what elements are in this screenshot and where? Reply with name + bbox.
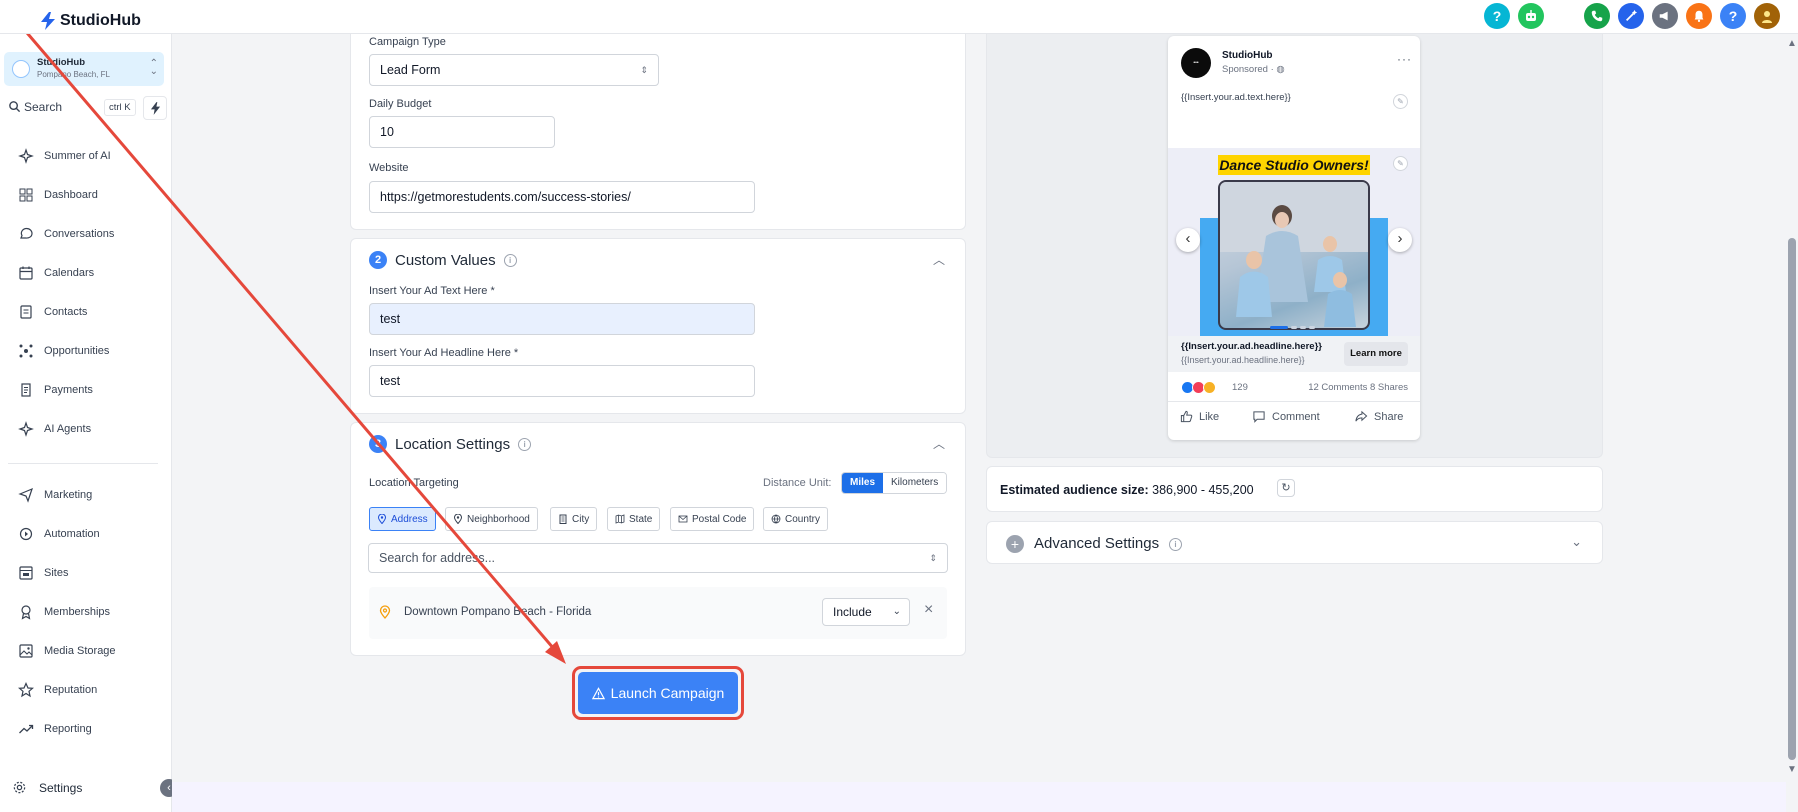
bot-icon[interactable]: [1518, 3, 1544, 29]
question-icon[interactable]: ?: [1720, 3, 1746, 29]
app-name: StudioHub: [60, 12, 141, 29]
bolt-logo-icon: [41, 12, 55, 30]
top-bar: StudioHub ? ?: [0, 0, 1798, 34]
magic-icon[interactable]: [1618, 3, 1644, 29]
app-logo[interactable]: StudioHub: [40, 12, 141, 30]
megaphone-icon[interactable]: [1652, 3, 1678, 29]
annotation-arrow: [14, 19, 566, 664]
bell-icon[interactable]: [1686, 3, 1712, 29]
help-icon[interactable]: ?: [1484, 3, 1510, 29]
top-icons: ? ?: [1484, 3, 1780, 29]
user-avatar[interactable]: [1754, 3, 1780, 29]
phone-icon[interactable]: [1584, 3, 1610, 29]
